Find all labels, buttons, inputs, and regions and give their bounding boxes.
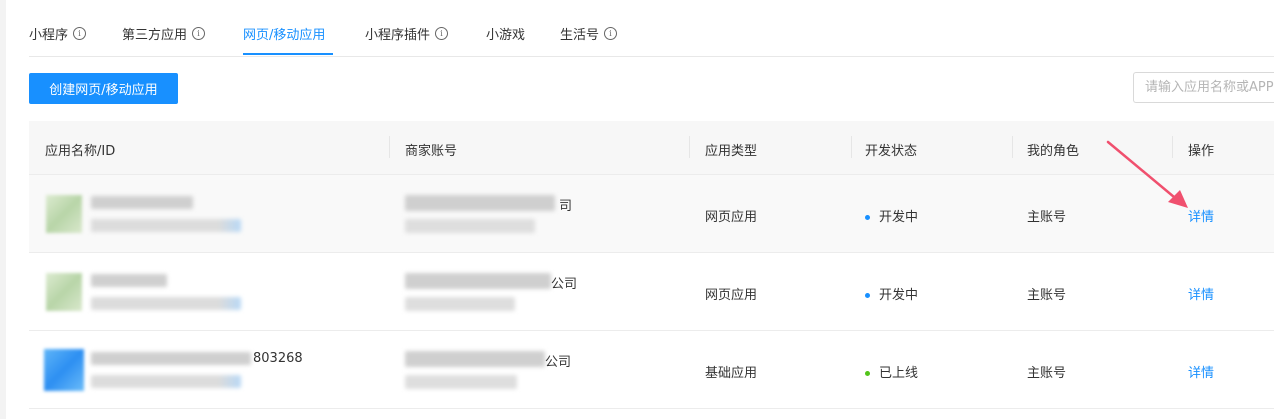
column-divider	[389, 136, 390, 158]
status-dot	[865, 215, 870, 220]
tab-label: 生活号	[560, 28, 600, 43]
info-icon[interactable]: i	[435, 27, 449, 40]
app-type: 基础应用	[705, 366, 758, 381]
merchant-id-redacted	[405, 375, 517, 389]
search-input[interactable]	[1134, 73, 1274, 102]
info-icon[interactable]: i	[73, 27, 87, 40]
merchant-id-redacted	[405, 219, 535, 233]
app-name-redacted	[91, 352, 251, 365]
arrow-shaft	[1106, 140, 1182, 204]
active-tab-indicator	[243, 53, 333, 55]
app-avatar	[46, 273, 82, 311]
status-text: 开发中	[879, 210, 919, 225]
merchant-id-redacted	[405, 297, 515, 311]
tab-web-mobile-app[interactable]: 网页/移动应用	[243, 24, 325, 43]
app-name-redacted	[91, 196, 193, 209]
tab-label: 小程序插件	[365, 28, 431, 43]
arrow-head	[1168, 190, 1188, 208]
status-text: 开发中	[879, 288, 919, 303]
column-divider	[1012, 136, 1013, 158]
app-avatar	[46, 195, 82, 233]
tab-mini-game[interactable]: 小游戏	[486, 24, 525, 43]
merchant-name-suffix: 公司	[551, 277, 578, 292]
search-box[interactable]	[1133, 72, 1274, 103]
status-dot	[865, 293, 870, 298]
app-id-redacted	[91, 375, 241, 388]
detail-link[interactable]: 详情	[1188, 362, 1214, 381]
merchant-account-redacted	[405, 351, 545, 367]
my-role: 主账号	[1027, 288, 1067, 303]
apps-table: 应用名称/ID 商家账号 应用类型 开发状态 我的角色 操作 司 网页应用 开发…	[29, 121, 1274, 409]
tab-label: 小程序	[29, 28, 69, 43]
my-role: 主账号	[1027, 210, 1067, 225]
app-type: 网页应用	[705, 210, 758, 225]
app-type: 网页应用	[705, 288, 758, 303]
my-role: 主账号	[1027, 366, 1067, 381]
create-web-mobile-app-button[interactable]: 创建网页/移动应用	[29, 73, 178, 104]
category-tabs: 小程序 i 第三方应用 i 网页/移动应用 小程序插件 i 小游戏 生活号 i	[29, 0, 1274, 57]
tab-label: 第三方应用	[122, 28, 188, 43]
table-row: 803268 公司 基础应用 已上线 主账号 详情	[29, 331, 1274, 409]
column-divider	[851, 136, 852, 158]
column-header-merchant: 商家账号	[405, 144, 458, 159]
merchant-name-suffix: 公司	[545, 355, 572, 370]
dev-status: 已上线	[865, 362, 918, 381]
tab-mini-program-plugin[interactable]: 小程序插件 i	[365, 24, 449, 43]
merchant-name-suffix: 司	[559, 199, 573, 214]
column-header-status: 开发状态	[865, 144, 918, 159]
tab-life-account[interactable]: 生活号 i	[560, 24, 618, 43]
merchant-account-redacted	[405, 273, 551, 289]
dev-status: 开发中	[865, 206, 918, 225]
status-text: 已上线	[879, 366, 919, 381]
app-id-redacted	[91, 297, 241, 310]
table-row: 司 网页应用 开发中 主账号 详情	[29, 175, 1274, 253]
app-id-redacted	[91, 219, 241, 232]
tab-label: 小游戏	[486, 28, 526, 43]
detail-link[interactable]: 详情	[1188, 284, 1214, 303]
column-header-role: 我的角色	[1027, 144, 1080, 159]
table-row: 公司 网页应用 开发中 主账号 详情	[29, 253, 1274, 331]
column-header-name: 应用名称/ID	[45, 144, 116, 159]
annotation-arrow-icon	[1106, 140, 1188, 208]
merchant-account-redacted	[405, 195, 555, 211]
left-panel-edge	[0, 0, 6, 419]
status-dot	[865, 371, 870, 376]
app-avatar	[44, 349, 84, 391]
app-id-suffix: 803268	[253, 351, 303, 366]
info-icon[interactable]: i	[192, 27, 206, 40]
tab-mini-program[interactable]: 小程序 i	[29, 24, 87, 43]
tab-third-party-app[interactable]: 第三方应用 i	[122, 24, 206, 43]
tab-label: 网页/移动应用	[243, 28, 326, 43]
column-divider	[689, 136, 690, 158]
info-icon[interactable]: i	[604, 27, 618, 40]
dev-status: 开发中	[865, 284, 918, 303]
table-header: 应用名称/ID 商家账号 应用类型 开发状态 我的角色 操作	[29, 121, 1274, 175]
app-name-redacted	[91, 274, 167, 287]
column-header-type: 应用类型	[705, 144, 758, 159]
